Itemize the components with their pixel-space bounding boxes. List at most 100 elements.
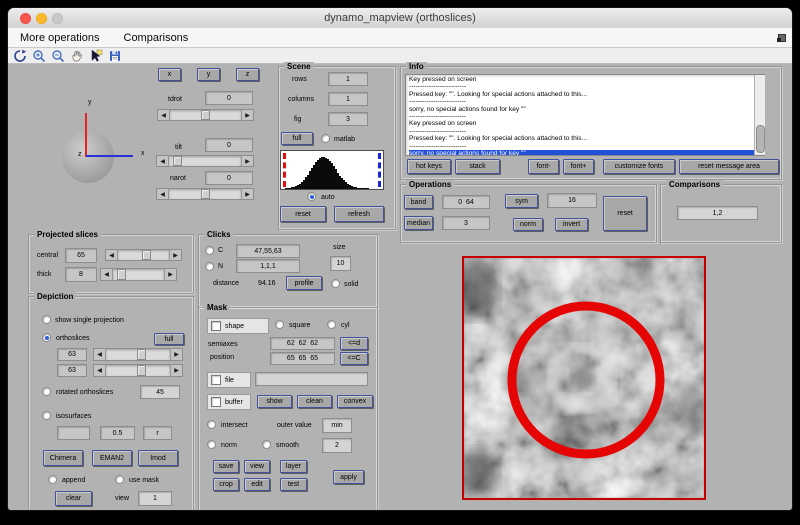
size-value[interactable]: 10 <box>330 256 351 271</box>
slider-trough[interactable] <box>113 269 164 280</box>
imod-button[interactable]: Imod <box>138 450 178 466</box>
rotate-3d-icon[interactable] <box>12 48 28 63</box>
rotated-orthoslices-radio[interactable] <box>42 387 51 396</box>
menu-more-operations[interactable]: More operations <box>20 32 100 44</box>
hot-keys-button[interactable]: hot keys <box>407 159 451 174</box>
menu-extra-icon[interactable] <box>777 34 786 42</box>
font-plus-button[interactable]: font+ <box>563 159 594 174</box>
histogram-upper-bound-line[interactable] <box>378 153 381 187</box>
info-line[interactable]: -------------------------- <box>409 113 761 120</box>
slider-trough[interactable] <box>169 189 241 199</box>
checkbox-box[interactable] <box>211 397 221 407</box>
slider-trough[interactable] <box>106 365 170 376</box>
smooth-value[interactable]: 2 <box>322 438 352 453</box>
mask-clean-button[interactable]: clean <box>297 395 332 408</box>
copy-c-button[interactable]: <=C <box>340 352 368 365</box>
slider-arrow-left-icon[interactable]: ◀ <box>94 365 106 376</box>
norm-button[interactable]: norm <box>513 218 543 231</box>
cyl-radio[interactable] <box>327 320 336 329</box>
slider-arrow-left-icon[interactable]: ◀ <box>101 269 113 280</box>
click-c-value[interactable]: 47,55,63 <box>236 244 300 258</box>
solid-radio[interactable] <box>331 279 340 288</box>
slider-arrow-left-icon[interactable]: ◀ <box>94 349 106 360</box>
orthoslices-radio[interactable] <box>42 333 51 342</box>
pan-hand-icon[interactable] <box>69 48 85 63</box>
band-value[interactable]: 0 64 <box>442 195 490 209</box>
info-line[interactable]: Pressed key: "". Looking for special act… <box>409 135 761 142</box>
band-button[interactable]: band <box>404 195 433 209</box>
slider-arrow-right-icon[interactable]: ▶ <box>169 250 181 260</box>
mask-edit-button[interactable]: edit <box>244 478 270 491</box>
slice1-value[interactable]: 63 <box>57 348 87 361</box>
info-line[interactable]: -------------------------- <box>409 83 761 90</box>
click-n-radio[interactable] <box>205 262 214 271</box>
info-scrollbar-thumb[interactable] <box>756 125 765 153</box>
slider-thumb[interactable] <box>201 110 210 120</box>
histogram[interactable] <box>280 150 384 190</box>
zoom-in-icon[interactable] <box>31 48 47 63</box>
slider-arrow-left-icon[interactable]: ◀ <box>157 189 169 199</box>
median-button[interactable]: median <box>404 216 433 230</box>
font-minus-button[interactable]: font- <box>528 159 559 174</box>
slice-viewer[interactable] <box>462 256 706 500</box>
mask-show-button[interactable]: show <box>257 395 292 408</box>
axis-y-button[interactable]: y <box>197 68 220 81</box>
clear-button[interactable]: clear <box>55 491 92 506</box>
checkbox-box[interactable] <box>211 321 221 331</box>
info-line[interactable]: -------------------------- <box>409 98 761 105</box>
info-line[interactable]: sorry, no special actions found for key … <box>409 150 761 156</box>
info-line[interactable]: Pressed key: "". Looking for special act… <box>409 91 761 98</box>
info-listbox[interactable]: Key pressed on screen-------------------… <box>405 74 765 156</box>
mask-test-button[interactable]: test <box>280 478 307 491</box>
iso-value-2[interactable]: 0.5 <box>100 426 135 440</box>
use-mask-radio[interactable] <box>115 475 124 484</box>
checkbox-box[interactable] <box>211 375 221 385</box>
intersect-radio[interactable] <box>207 420 216 429</box>
thick-slider[interactable]: ◀ ▶ <box>100 268 177 281</box>
thick-value[interactable]: 8 <box>65 267 97 282</box>
shape-checkbox[interactable]: shape <box>207 318 269 334</box>
slider-arrow-left-icon[interactable]: ◀ <box>157 156 169 166</box>
click-n-value[interactable]: 1,1,1 <box>236 259 300 273</box>
central-slider[interactable]: ◀ ▶ <box>105 249 182 261</box>
chimera-button[interactable]: Chimera <box>43 450 83 466</box>
matlab-radio[interactable] <box>321 134 330 143</box>
narot-slider[interactable]: ◀ ▶ <box>156 188 254 200</box>
rows-value[interactable]: 1 <box>328 72 368 86</box>
single-projection-radio[interactable] <box>42 315 51 324</box>
save-icon[interactable] <box>107 48 123 63</box>
axis-z-button[interactable]: z <box>236 68 259 81</box>
slider-trough[interactable] <box>106 349 170 360</box>
axis-x-button[interactable]: x <box>158 68 181 81</box>
median-value[interactable]: 3 <box>442 216 490 230</box>
tilt-value[interactable]: 0 <box>205 138 253 152</box>
slider-arrow-right-icon[interactable]: ▶ <box>170 349 182 360</box>
mask-file-field[interactable] <box>255 372 368 386</box>
slider-thumb[interactable] <box>137 349 146 360</box>
tdrot-value[interactable]: 0 <box>205 91 253 105</box>
rotated-orthoslices-value[interactable]: 45 <box>140 385 180 399</box>
iso-value-1[interactable] <box>57 426 90 440</box>
info-line[interactable]: -------------------------- <box>409 143 761 150</box>
histogram-lower-bound-line[interactable] <box>283 153 286 187</box>
info-line[interactable]: Key pressed on screen <box>409 76 761 83</box>
outer-value-field[interactable]: min <box>322 418 352 433</box>
file-checkbox[interactable]: file <box>207 372 251 388</box>
buffer-checkbox[interactable]: buffer <box>207 394 251 410</box>
iso-value-3[interactable]: r <box>143 426 172 440</box>
auto-radio[interactable] <box>307 192 316 201</box>
mask-layer-button[interactable]: layer <box>280 460 307 473</box>
tdrot-slider[interactable]: ◀ ▶ <box>157 109 254 121</box>
scene-refresh-button[interactable]: refresh <box>334 206 384 222</box>
columns-value[interactable]: 1 <box>328 92 368 106</box>
stack-button[interactable]: stack <box>455 159 500 174</box>
slice1-slider[interactable]: ◀ ▶ <box>93 348 183 361</box>
depiction-full-button[interactable]: full <box>154 333 184 345</box>
mask-view-button[interactable]: view <box>244 460 270 473</box>
append-radio[interactable] <box>48 475 57 484</box>
comparisons-value[interactable]: 1,2 <box>677 206 758 220</box>
info-line[interactable]: sorry, no special actions found for key … <box>409 106 761 113</box>
view-value[interactable]: 1 <box>138 491 172 506</box>
slider-arrow-right-icon[interactable]: ▶ <box>164 269 176 280</box>
fig-value[interactable]: 3 <box>328 112 368 126</box>
